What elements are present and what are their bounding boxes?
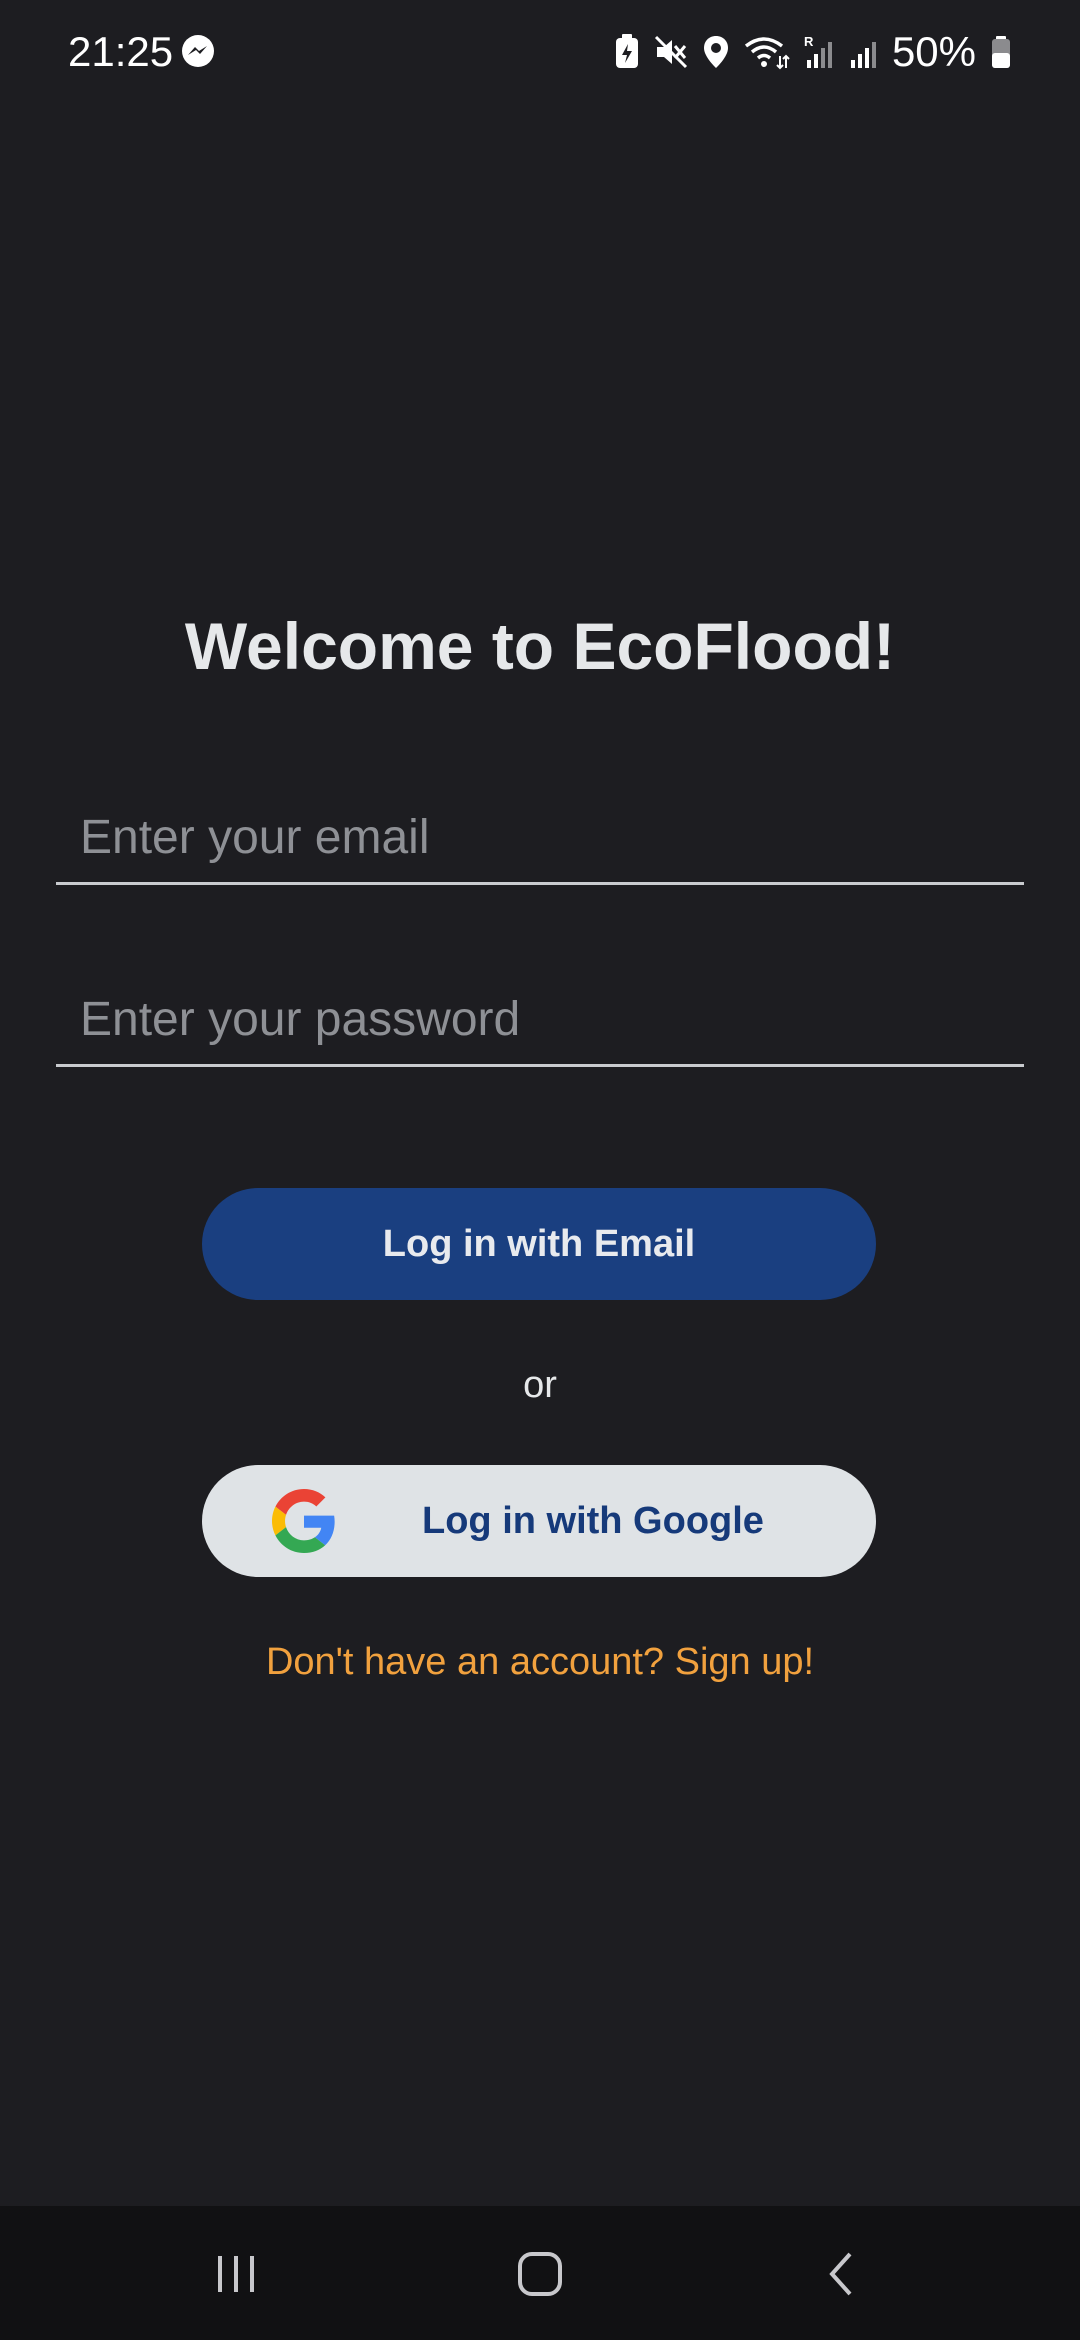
status-bar: 21:25 R 50% xyxy=(0,0,1080,104)
signal-icon xyxy=(848,34,878,70)
home-button[interactable] xyxy=(500,2242,580,2306)
battery-percent: 50% xyxy=(891,28,976,75)
battery-saver-icon xyxy=(614,34,640,70)
login-google-button[interactable]: Log in with Google xyxy=(202,1465,876,1577)
page-title: Welcome to EcoFlood! xyxy=(184,609,896,683)
home-icon xyxy=(518,2252,562,2296)
login-google-button-label: Log in with Google xyxy=(422,1500,764,1542)
status-icons: R 50% xyxy=(614,28,1012,76)
login-email-button[interactable]: Log in with Email xyxy=(202,1188,876,1300)
recents-icon xyxy=(218,2256,254,2292)
or-divider-text: or xyxy=(523,1364,557,1406)
location-icon xyxy=(702,34,730,70)
login-screen: 21:25 R 50% Welcome to EcoFlood! Enter y… xyxy=(0,0,1080,2340)
navigation-bar xyxy=(0,2206,1080,2340)
signup-link[interactable]: Don't have an account? Sign up! xyxy=(0,1632,1080,1692)
password-field[interactable] xyxy=(56,974,1024,1064)
google-icon xyxy=(272,1489,336,1553)
signal-roaming-icon: R xyxy=(804,34,834,70)
back-button[interactable] xyxy=(802,2242,882,2306)
mute-icon xyxy=(654,35,688,69)
messenger-icon xyxy=(180,34,216,70)
svg-text:R: R xyxy=(804,34,814,49)
email-field[interactable] xyxy=(56,792,1024,882)
recents-button[interactable] xyxy=(196,2242,276,2306)
battery-icon xyxy=(990,34,1012,70)
back-icon xyxy=(829,2252,852,2296)
password-field-container xyxy=(56,974,1024,1067)
email-field-container xyxy=(56,792,1024,885)
login-email-button-label: Log in with Email xyxy=(382,1222,696,1265)
wifi-icon xyxy=(744,34,790,70)
status-time: 21:25 xyxy=(68,28,174,75)
